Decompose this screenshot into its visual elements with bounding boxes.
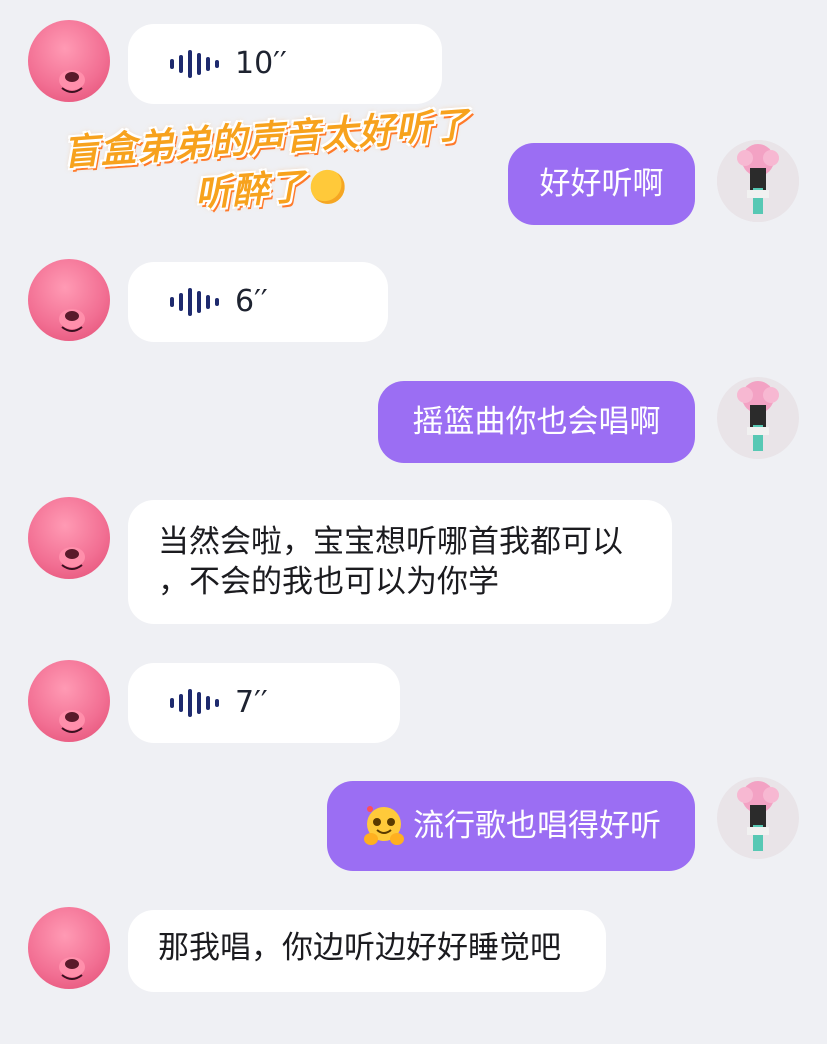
message-text-line-1: 当然会啦，宝宝想听哪首我都可以 <box>158 524 623 560</box>
voice-duration: 7′′ <box>235 685 268 720</box>
user-avatar[interactable] <box>717 377 799 459</box>
incoming-message-bubble[interactable]: 当然会啦，宝宝想听哪首我都可以 ，不会的我也可以为你学 <box>128 500 672 624</box>
contact-avatar[interactable] <box>28 660 110 742</box>
contact-avatar[interactable] <box>28 20 110 102</box>
voice-duration: 10′′ <box>235 46 287 81</box>
pink-bear-icon <box>28 20 110 102</box>
contact-avatar[interactable] <box>28 259 110 341</box>
outgoing-message-bubble[interactable]: 流行歌也唱得好听 <box>327 781 695 871</box>
audio-wave-icon <box>170 50 219 78</box>
contact-avatar[interactable] <box>28 497 110 579</box>
outgoing-message-bubble[interactable]: 摇篮曲你也会唱啊 <box>378 381 695 463</box>
pink-bear-icon <box>28 259 110 341</box>
message-text: 摇篮曲你也会唱啊 <box>412 404 661 440</box>
audio-wave-icon <box>170 689 219 717</box>
pink-bear-icon <box>28 907 110 989</box>
message-text: 流行歌也唱得好听 <box>413 808 661 844</box>
girl-avatar-icon <box>717 777 799 859</box>
dizzy-face-icon <box>309 168 346 206</box>
audio-wave-icon <box>170 288 219 316</box>
voice-message-bubble[interactable]: 7′′ <box>128 663 400 743</box>
voice-duration: 6′′ <box>235 284 268 319</box>
sticker-caption: 盲盒弟弟的声音太好听了 听醉了 <box>45 100 491 230</box>
user-avatar[interactable] <box>717 777 799 859</box>
contact-avatar[interactable] <box>28 907 110 989</box>
pink-bear-icon <box>28 660 110 742</box>
girl-avatar-icon <box>717 140 799 222</box>
voice-message-bubble[interactable]: 10′′ <box>128 24 442 104</box>
message-text-line-2: ，不会的我也可以为你学 <box>158 564 499 600</box>
outgoing-message-bubble[interactable]: 好好听啊 <box>508 143 695 225</box>
user-avatar[interactable] <box>717 140 799 222</box>
voice-message-bubble[interactable]: 6′′ <box>128 262 388 342</box>
message-text: 好好听啊 <box>539 166 664 202</box>
girl-avatar-icon <box>717 377 799 459</box>
pink-bear-icon <box>28 497 110 579</box>
sticker-line-2: 听醉了 <box>193 166 308 216</box>
message-text: 那我唱，你边听边好好睡觉吧 <box>158 930 561 966</box>
hug-face-icon <box>364 806 404 845</box>
incoming-message-bubble[interactable]: 那我唱，你边听边好好睡觉吧 <box>128 910 606 992</box>
